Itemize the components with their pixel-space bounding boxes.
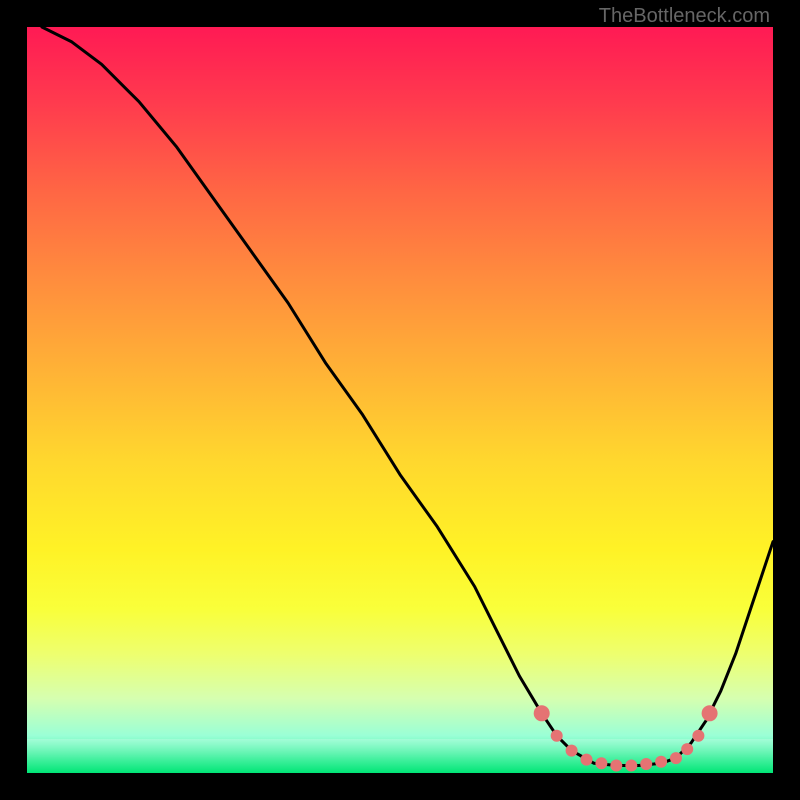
attribution-text: TheBottleneck.com <box>599 5 770 28</box>
chart-svg <box>27 27 773 773</box>
plot-area <box>27 27 773 773</box>
optimal-markers <box>534 705 718 771</box>
bottleneck-curve <box>42 27 773 766</box>
